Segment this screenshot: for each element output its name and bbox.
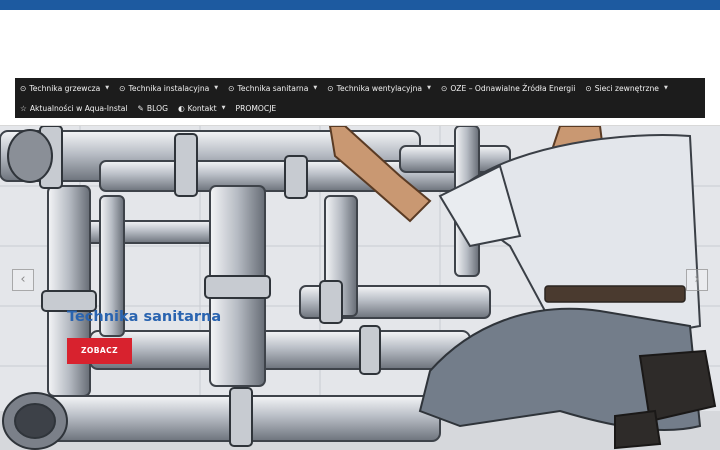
caret-down-icon: ▼ xyxy=(214,85,219,91)
circle-dot-icon: ⊙ xyxy=(119,83,126,93)
nav-item-sieci-zewnetrzne[interactable]: ⊙ Sieci zewnętrzne ▼ xyxy=(580,78,672,98)
pen-icon: ✎ xyxy=(137,103,144,113)
nav-item-technika-grzewcza[interactable]: ⊙ Technika grzewcza ▼ xyxy=(15,78,114,98)
circle-dot-icon: ⊙ xyxy=(585,83,592,93)
slider-prev-arrow-icon[interactable]: ‹ xyxy=(12,269,34,291)
nav-item-technika-wentylacyjna[interactable]: ⊙ Technika wentylacyjna ▼ xyxy=(322,78,436,98)
nav-item-label: Aktualności w Aqua-Instal xyxy=(29,103,128,113)
top-accent-bar xyxy=(0,0,720,10)
caret-down-icon: ▼ xyxy=(105,85,110,91)
circle-dot-icon: ⊙ xyxy=(20,83,27,93)
nav-item-label: PROMOCJE xyxy=(235,103,277,113)
circle-dot-icon: ⊙ xyxy=(440,83,448,93)
nav-item-label: Kontakt xyxy=(187,103,217,113)
contrast-icon: ◐ xyxy=(177,103,185,113)
caret-down-icon: ▼ xyxy=(313,85,318,91)
nav-item-oze-odnawialne-zrodla-energii[interactable]: ⊙ OZE – Odnawialne Źródła Energii xyxy=(436,78,580,98)
nav-item-label: BLOG xyxy=(146,103,168,113)
nav-item-kontakt[interactable]: ◐ Kontakt ▼ xyxy=(173,98,231,118)
nav-item-label: Technika wentylacyjna xyxy=(336,83,423,93)
nav-item-promocje[interactable]: PROMOCJE xyxy=(231,98,282,118)
caret-down-icon: ▼ xyxy=(427,85,431,91)
hero-slider: ‹ › Technika sanitarna ZOBACZ xyxy=(0,125,720,450)
circle-dot-icon: ⊙ xyxy=(327,83,334,93)
hero-illustration xyxy=(0,126,720,450)
nav-item-label: Technika grzewcza xyxy=(29,83,101,93)
nav-item-label: Technika instalacyjna xyxy=(128,83,210,93)
star-icon: ☆ xyxy=(20,103,27,113)
slider-next-arrow-icon[interactable]: › xyxy=(686,269,708,291)
nav-item-technika-instalacyjna[interactable]: ⊙ Technika instalacyjna ▼ xyxy=(114,78,223,98)
main-navigation: ⊙ Technika grzewcza ▼ ⊙ Technika instalacyjn… xyxy=(15,78,705,118)
nav-row-secondary: ☆ Aktualności w Aqua-Instal ✎ BLOG ◐ Kontakt ▼… xyxy=(15,98,281,118)
caret-down-icon: ▼ xyxy=(221,105,226,111)
slide-title: Technika sanitarna xyxy=(67,309,222,325)
nav-item-technika-sanitarna[interactable]: ⊙ Technika sanitarna ▼ xyxy=(223,78,322,98)
nav-item-aktualnosci-w-aqua-instal[interactable]: ☆ Aktualności w Aqua-Instal xyxy=(15,98,133,118)
nav-item-label: OZE – Odnawialne Źródła Energii xyxy=(450,83,576,93)
nav-item-label: Sieci zewnętrzne xyxy=(594,83,659,93)
nav-item-blog[interactable]: ✎ BLOG xyxy=(133,98,173,118)
slide-cta-button[interactable]: ZOBACZ xyxy=(67,338,132,364)
nav-row-primary: ⊙ Technika grzewcza ▼ ⊙ Technika instalacyjn… xyxy=(15,78,673,98)
circle-dot-icon: ⊙ xyxy=(228,83,235,93)
caret-down-icon: ▼ xyxy=(663,85,668,91)
nav-item-label: Technika sanitarna xyxy=(237,83,309,93)
